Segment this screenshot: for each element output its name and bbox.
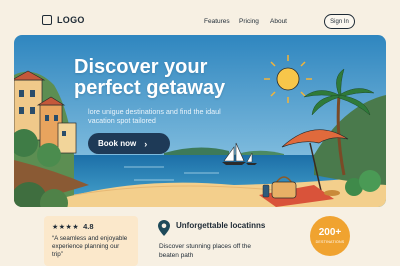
logo-text: LOGO (57, 15, 85, 25)
nav-link-about[interactable]: About (270, 18, 287, 25)
badge-number: 200+ (318, 227, 342, 238)
feature-title: Unforgettable locatinns (176, 221, 266, 230)
badge-label: DESTINATIONS (315, 240, 345, 244)
review-card: ★★★★ 4.8 “A seamless and enjoyable exper… (44, 216, 138, 266)
logo-mark-icon (42, 15, 52, 25)
arrow-right-icon: › (144, 138, 148, 149)
highlights-section: ★★★★ 4.8 “A seamless and enjoyable exper… (0, 207, 400, 266)
hero-banner: Discover your perfect getaway lore unigu… (14, 35, 386, 207)
nav-link-features[interactable]: Features (204, 18, 230, 25)
hero-title: Discover your perfect getaway (74, 56, 226, 99)
nav-link-pricing[interactable]: Pricing (239, 18, 259, 25)
logo[interactable]: LOGO (42, 15, 85, 25)
map-pin-icon (158, 220, 170, 236)
rating-value: 4.8 (83, 222, 94, 231)
feature-description: Discover stunning places off the beaten … (159, 243, 252, 259)
rating-stars-icon: ★★★★ (52, 223, 80, 231)
book-now-button[interactable]: Book now › (88, 133, 170, 154)
review-quote: “A seamless and enjoyable experience pla… (52, 235, 128, 258)
destinations-badge: 200+ DESTINATIONS (310, 216, 350, 256)
sign-in-button[interactable]: Sign In (324, 14, 355, 29)
book-now-label: Book now (98, 139, 137, 148)
hero-subtitle: lore unigue destinations and find the id… (88, 107, 221, 125)
